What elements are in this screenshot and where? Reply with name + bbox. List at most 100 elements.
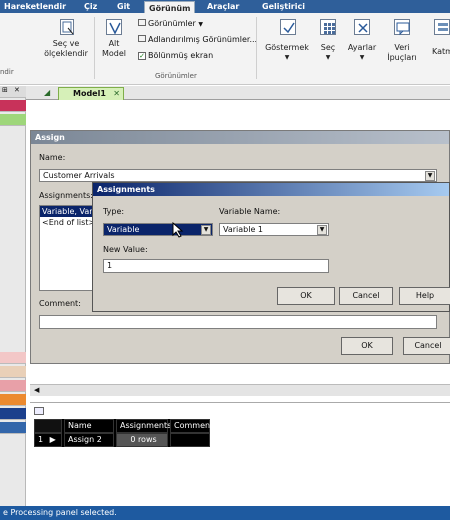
- table-cell[interactable]: 0 rows: [116, 433, 168, 447]
- tab-go[interactable]: Git: [117, 0, 130, 13]
- chevron-down-icon[interactable]: ▼: [425, 171, 435, 181]
- select-grid-icon: [320, 19, 336, 35]
- new-value-input[interactable]: 1: [103, 259, 329, 273]
- named-views-label: Adlandırılmış Görünümler...: [148, 35, 258, 44]
- submodel-icon: [106, 19, 122, 35]
- close-icon[interactable]: ✕: [113, 88, 120, 100]
- palette-swatch[interactable]: [0, 366, 26, 378]
- select-label: Seç: [320, 43, 336, 52]
- palette-swatch[interactable]: [0, 380, 26, 392]
- settings-button[interactable]: Ayarlar ▼: [342, 43, 382, 63]
- ribbon-separator: [94, 17, 95, 79]
- assignments-dialog-title: Assignments: [93, 183, 449, 196]
- comment-label: Comment:: [39, 299, 81, 308]
- select-scale-label-1: Seç ve: [52, 39, 80, 48]
- variable-name-value: Variable 1: [223, 225, 264, 234]
- row-number: 1: [38, 435, 44, 444]
- select-scale-icon: [60, 19, 74, 35]
- tab-draw[interactable]: Çiz: [84, 0, 97, 13]
- split-screen-checkbox[interactable]: ✓ Bölünmüş ekran: [138, 51, 213, 60]
- ribbon-left-label: ndir: [0, 68, 14, 76]
- type-select[interactable]: Variable ▼: [103, 223, 213, 236]
- chevron-down-icon: ▼: [359, 54, 365, 61]
- spreadsheet-icon: [34, 407, 44, 415]
- chevron-down-icon: ▼: [325, 54, 331, 61]
- chevron-down-icon[interactable]: ▼: [201, 225, 211, 235]
- list-item[interactable]: <End of list>: [40, 217, 98, 228]
- table-cell[interactable]: Assign 2: [64, 433, 114, 447]
- spreadsheet-area: Name Assignments Comment 1 ▶ Assign 2 0 …: [30, 402, 450, 502]
- tab-animate[interactable]: Hareketlendir: [4, 0, 66, 13]
- submodel-button[interactable]: Alt Model: [98, 39, 130, 59]
- tab-model1[interactable]: Model1 ✕: [58, 87, 124, 100]
- layers-icon: [434, 19, 450, 35]
- assignments-dialog: Assignments Type: Variable ▼ Variable Na…: [92, 182, 450, 312]
- assign-dialog-title: Assign: [31, 131, 449, 144]
- submodel-label-2: Model: [101, 49, 127, 58]
- variable-name-select[interactable]: Variable 1 ▼: [219, 223, 329, 236]
- name-label: Name:: [39, 153, 66, 162]
- tab-developer[interactable]: Geliştirici: [262, 0, 305, 13]
- palette-swatch[interactable]: [0, 114, 26, 126]
- select-scale-label-2: ölçeklendir: [44, 49, 88, 58]
- table-corner: [34, 419, 62, 433]
- tab-tools[interactable]: Araçlar: [207, 0, 239, 13]
- palette-swatch[interactable]: [0, 100, 26, 112]
- tab-view[interactable]: Görünüm: [144, 1, 196, 13]
- left-palette-strip: ⊞ ✕: [0, 86, 26, 506]
- table-cell[interactable]: [170, 433, 210, 447]
- data-tips-button[interactable]: Veri İpuçları: [384, 43, 420, 63]
- assignments-help-button[interactable]: Help: [399, 287, 450, 305]
- model-tab-label: Model1: [73, 89, 106, 98]
- assign-ok-button[interactable]: OK: [341, 337, 393, 355]
- settings-label: Ayarlar: [347, 43, 377, 52]
- pin-icon: ⊞: [2, 86, 8, 94]
- column-header: Name: [64, 419, 114, 433]
- show-button[interactable]: Göstermek ▼: [258, 43, 316, 63]
- palette-swatch[interactable]: [0, 422, 26, 434]
- palette-swatch[interactable]: [0, 394, 26, 406]
- assignments-list[interactable]: Variable, Vari <End of list>: [39, 205, 99, 291]
- list-item[interactable]: Variable, Vari: [40, 206, 98, 217]
- views-menu[interactable]: Görünümler ▼: [138, 19, 203, 28]
- column-header: Assignments: [116, 419, 171, 433]
- ribbon-tab-bar: Hareketlendir Çiz Git Görünüm Araçlar Ge…: [0, 0, 450, 13]
- palette-swatch[interactable]: [0, 408, 26, 420]
- column-header: Comment: [170, 419, 213, 433]
- chevron-down-icon[interactable]: ▼: [317, 225, 327, 235]
- select-button[interactable]: Seç ▼: [314, 43, 342, 63]
- views-menu-label: Görünümler: [148, 19, 196, 28]
- chevron-down-icon: ▼: [198, 21, 203, 28]
- named-views-button[interactable]: Adlandırılmış Görünümler...: [138, 35, 257, 44]
- name-value: Customer Arrivals: [43, 171, 115, 180]
- settings-icon: [354, 19, 370, 35]
- assign-cancel-button[interactable]: Cancel: [403, 337, 450, 355]
- ribbon: Seç ve ölçeklendir ndir Alt Model Görünü…: [0, 13, 450, 85]
- views-group-label: Görünümler: [155, 72, 197, 80]
- views-icon: [138, 19, 146, 26]
- split-screen-label: Bölünmüş ekran: [148, 51, 214, 60]
- model-icon: ◢: [44, 88, 51, 97]
- variable-name-label: Variable Name:: [219, 207, 281, 216]
- data-tips-label-1: Veri: [394, 43, 410, 52]
- assignments-ok-button[interactable]: OK: [277, 287, 335, 305]
- name-select[interactable]: Customer Arrivals ▼: [39, 169, 437, 182]
- scroll-left-icon[interactable]: ◀: [34, 385, 39, 396]
- assignments-cancel-button[interactable]: Cancel: [339, 287, 393, 305]
- palette-swatch[interactable]: [0, 352, 26, 364]
- data-tips-icon: [394, 19, 410, 36]
- layers-button[interactable]: Katm: [432, 47, 450, 57]
- comment-input[interactable]: [39, 315, 437, 329]
- pin-row[interactable]: ⊞ ✕: [0, 86, 26, 98]
- submodel-label-1: Alt: [108, 39, 120, 48]
- show-icon: [280, 19, 296, 35]
- horizontal-scrollbar[interactable]: ◀: [30, 384, 450, 396]
- table-row[interactable]: 1 ▶: [34, 433, 62, 447]
- data-table: Name Assignments Comment 1 ▶ Assign 2 0 …: [34, 419, 213, 447]
- assignments-label: Assignments:: [39, 191, 93, 200]
- type-label: Type:: [103, 207, 125, 216]
- status-bar: e Processing panel selected.: [0, 506, 450, 520]
- select-scale-button[interactable]: Seç ve ölçeklendir: [38, 39, 94, 59]
- checkbox-checked-icon: ✓: [138, 52, 146, 60]
- new-value-label: New Value:: [103, 245, 148, 254]
